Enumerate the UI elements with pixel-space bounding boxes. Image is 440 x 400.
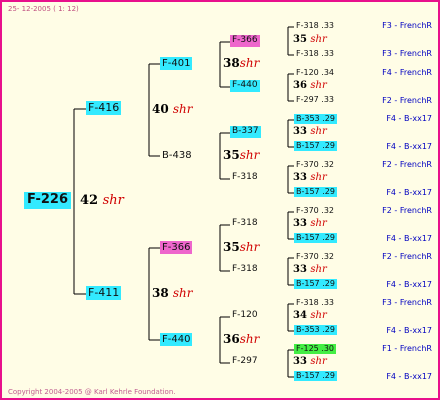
root-gen-num: 42 xyxy=(80,193,99,208)
gen-suffix: shr xyxy=(310,264,327,275)
gen4-node-7[interactable]: F-297 xyxy=(230,356,260,368)
gen4-generation-4: 33 shr xyxy=(293,218,327,229)
gen4-node-6[interactable]: F-120 xyxy=(230,310,260,322)
gen5-note-15: F4 - B-xx17 xyxy=(386,372,432,381)
root-node[interactable]: F-226 xyxy=(24,192,72,209)
gen4-generation-5: 33 shr xyxy=(293,264,327,275)
gen5-note-14: F1 - FrenchR xyxy=(382,344,432,353)
gen2-generation-0: 40 shr xyxy=(152,102,193,116)
gen5-note-12: F3 - FrenchR xyxy=(382,298,432,307)
gen-suffix: shr xyxy=(310,218,327,229)
gen-suffix: shr xyxy=(239,332,260,346)
gen5-note-7: F4 - B-xx17 xyxy=(386,188,432,197)
gen5-node-9[interactable]: B-157 .29 xyxy=(294,233,337,244)
gen-num: 40 xyxy=(152,102,169,116)
gen3-generation-3: 36shr xyxy=(223,332,259,346)
gen-num: 33 xyxy=(293,172,307,183)
gen-num: 35 xyxy=(223,148,240,162)
gen-suffix: shr xyxy=(239,56,260,70)
gen4-generation-7: 33 shr xyxy=(293,356,327,367)
gen3-generation-2: 35shr xyxy=(223,240,259,254)
gen-suffix: shr xyxy=(239,148,260,162)
gen-num: 35 xyxy=(223,240,240,254)
gen5-note-2: F4 - FrenchR xyxy=(382,68,432,77)
gen3-generation-1: 35shr xyxy=(223,148,259,162)
gen-suffix: shr xyxy=(310,356,327,367)
gen4-node-3[interactable]: F-318 xyxy=(230,172,260,184)
gen3-generation-0: 38shr xyxy=(223,56,259,70)
gen5-note-3: F2 - FrenchR xyxy=(382,96,432,105)
copyright-text: Copyright 2004-2005 @ Karl Kehrle Founda… xyxy=(8,388,176,396)
gen5-node-8[interactable]: F-370 .32 xyxy=(294,206,336,216)
gen5-note-8: F2 - FrenchR xyxy=(382,206,432,215)
gen5-note-1: F3 - FrenchR xyxy=(382,49,432,58)
gen4-generation-1: 36 shr xyxy=(293,80,327,91)
gen3-node-0[interactable]: F-401 xyxy=(160,57,193,70)
gen-num: 36 xyxy=(223,332,240,346)
gen2-generation-1: 38 shr xyxy=(152,286,193,300)
gen4-node-0[interactable]: F-366 xyxy=(230,35,260,47)
gen-num: 33 xyxy=(293,126,307,137)
gen5-node-11[interactable]: B-157 .29 xyxy=(294,279,337,290)
gen5-node-10[interactable]: F-370 .32 xyxy=(294,252,336,262)
gen-suffix: shr xyxy=(310,34,327,45)
gen5-note-5: F4 - B-xx17 xyxy=(386,142,432,151)
gen-suffix: shr xyxy=(310,80,327,91)
gen5-node-15[interactable]: B-157 .29 xyxy=(294,371,337,382)
gen4-generation-6: 34 shr xyxy=(293,310,327,321)
gen5-node-5[interactable]: B-157 .29 xyxy=(294,141,337,152)
gen4-node-4[interactable]: F-318 xyxy=(230,218,260,230)
gen4-node-5[interactable]: F-318 xyxy=(230,264,260,276)
gen-suffix: shr xyxy=(310,126,327,137)
gen5-note-9: F4 - B-xx17 xyxy=(386,234,432,243)
gen4-generation-0: 35 shr xyxy=(293,34,327,45)
gen4-generation-3: 33 shr xyxy=(293,172,327,183)
gen4-node-1[interactable]: F-440 xyxy=(230,80,260,92)
gen2-node-1[interactable]: F-411 xyxy=(86,286,122,301)
gen3-node-2[interactable]: F-366 xyxy=(160,241,193,254)
gen5-node-4[interactable]: B-353 .29 xyxy=(294,114,337,125)
gen-suffix: shr xyxy=(239,240,260,254)
gen4-generation-2: 33 shr xyxy=(293,126,327,137)
gen-num: 33 xyxy=(293,218,307,229)
gen-num: 35 xyxy=(293,34,307,45)
gen4-node-2[interactable]: B-337 xyxy=(230,126,261,138)
gen5-note-0: F3 - FrenchR xyxy=(382,21,432,30)
gen-num: 33 xyxy=(293,356,307,367)
gen-num: 38 xyxy=(223,56,240,70)
gen5-node-0[interactable]: F-318 .33 xyxy=(294,21,336,31)
gen2-node-0[interactable]: F-416 xyxy=(86,101,122,116)
gen5-note-6: F2 - FrenchR xyxy=(382,160,432,169)
gen5-node-2[interactable]: F-120 .34 xyxy=(294,68,336,78)
gen5-note-4: F4 - B-xx17 xyxy=(386,114,432,123)
gen5-node-3[interactable]: F-297 .33 xyxy=(294,95,336,105)
pedigree-frame: 25- 12-2005 ( 1: 12) Copyright 2004-2005… xyxy=(0,0,440,400)
gen-num: 36 xyxy=(293,80,307,91)
gen-suffix: shr xyxy=(172,102,193,116)
gen3-node-1[interactable]: B-438 xyxy=(160,149,194,162)
header-date: 25- 12-2005 ( 1: 12) xyxy=(8,5,79,13)
gen5-note-11: F4 - B-xx17 xyxy=(386,280,432,289)
gen-num: 33 xyxy=(293,264,307,275)
gen-suffix: shr xyxy=(172,286,193,300)
gen-num: 38 xyxy=(152,286,169,300)
gen5-node-7[interactable]: B-157 .29 xyxy=(294,187,337,198)
gen5-node-6[interactable]: F-370 .32 xyxy=(294,160,336,170)
gen3-node-3[interactable]: F-440 xyxy=(160,333,193,346)
gen5-node-14[interactable]: F-125 .30 xyxy=(294,344,337,355)
gen5-note-10: F2 - FrenchR xyxy=(382,252,432,261)
root-gen-suffix: shr xyxy=(102,193,124,208)
gen-suffix: shr xyxy=(310,310,327,321)
gen-suffix: shr xyxy=(310,172,327,183)
gen5-node-12[interactable]: F-318 .33 xyxy=(294,298,336,308)
gen5-node-1[interactable]: F-318 .33 xyxy=(294,49,336,59)
gen-num: 34 xyxy=(293,310,307,321)
root-generation: 42 shr xyxy=(80,193,124,208)
gen5-note-13: F4 - B-xx17 xyxy=(386,326,432,335)
gen5-node-13[interactable]: B-353 .29 xyxy=(294,325,337,336)
